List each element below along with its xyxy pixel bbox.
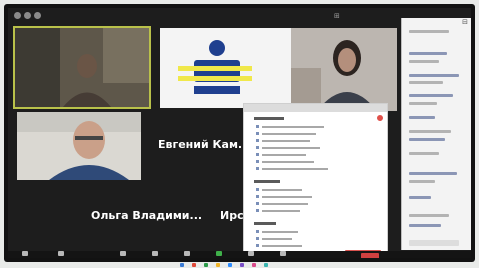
chat-line [409,60,439,63]
taskbar-app-icon[interactable] [204,263,208,267]
toolbar-item[interactable] [46,251,76,256]
chat-line [409,172,457,175]
chat-line [409,102,437,105]
poll-window[interactable] [243,103,388,258]
poll-option[interactable] [256,202,308,205]
chat-line [409,74,459,77]
microphone-icon [22,251,28,256]
toolbar-item[interactable] [204,251,234,256]
taskbar-app-icon[interactable] [216,263,220,267]
os-taskbar [170,262,470,268]
poll-option[interactable] [256,188,302,191]
toolbar-item[interactable] [108,251,138,256]
chat-input[interactable] [409,240,459,246]
close-window-icon[interactable] [14,12,21,19]
reactions-icon [280,251,286,256]
poll-option[interactable] [256,146,320,149]
toolbar-item[interactable] [268,251,298,256]
participant-video-1 [15,28,149,107]
taskbar-app-icon[interactable] [192,263,196,267]
participant-big-name-5: Ольга Владими... [91,209,203,222]
chat-panel[interactable]: ⊟ [401,18,471,250]
chat-title[interactable]: ⊟ [462,18,468,26]
chat-line [409,81,443,84]
poll-option[interactable] [256,153,306,156]
toolbar-item[interactable] [140,251,170,256]
poll-option[interactable] [256,244,302,247]
poll-question [254,117,284,120]
taskbar-app-icon[interactable] [228,263,232,267]
poll-option[interactable] [256,230,298,233]
video-tile-1[interactable] [13,26,151,109]
end-meeting-button[interactable] [361,253,379,258]
view-toggle-icon[interactable]: ⊞ [334,12,340,20]
participants-icon [152,251,158,256]
poll-title-bar [244,104,387,112]
chat-line [409,214,449,217]
poll-option[interactable] [256,125,324,128]
toolbar-item[interactable] [172,251,202,256]
chat-line [409,224,441,227]
taskbar-app-icon[interactable] [264,263,268,267]
chat-line [409,138,445,141]
chat-line [409,52,447,55]
maximize-window-icon[interactable] [34,12,41,19]
poll-option[interactable] [256,167,328,170]
poll-option[interactable] [256,195,312,198]
poll-option[interactable] [256,160,314,163]
participant-big-name-2: Евгений Кам... [158,138,251,151]
toolbar-item[interactable] [236,251,266,256]
participant-big-name-6: Ирс [220,209,244,222]
meeting-toolbar [8,251,471,258]
video-tile-3[interactable] [291,28,397,111]
video-tile-2[interactable] [160,28,292,108]
chat-line [409,94,453,97]
poll-option[interactable] [256,209,300,212]
taskbar-app-icon[interactable] [240,263,244,267]
close-icon[interactable] [377,115,383,121]
chat-line [409,180,435,183]
poll-question [254,180,280,183]
share-screen-icon [216,251,222,256]
monitor-bezel: ⊞ Евгений Кам... Ольга Владими... Ирс ⊟ [4,4,475,262]
security-icon [120,251,126,256]
video-camera-icon [58,251,64,256]
toolbar-item[interactable] [10,251,40,256]
chat-line [409,196,431,199]
poll-option[interactable] [256,139,310,142]
chat-line [409,152,439,155]
chat-line [409,30,449,33]
zoom-window: ⊞ Евгений Кам... Ольга Владими... Ирс ⊟ [8,8,471,258]
chat-line [409,116,435,119]
participant-video-3 [291,28,397,111]
record-icon [248,251,254,256]
organization-logo-icon [160,28,292,108]
poll-question [254,222,276,225]
chat-icon [184,251,190,256]
poll-option[interactable] [256,132,316,135]
taskbar-app-icon[interactable] [252,263,256,267]
poll-option[interactable] [256,237,292,240]
minimize-window-icon[interactable] [24,12,31,19]
participant-video-4 [17,112,141,180]
taskbar-app-icon[interactable] [180,263,184,267]
chat-line [409,130,451,133]
video-tile-4[interactable] [17,112,141,180]
